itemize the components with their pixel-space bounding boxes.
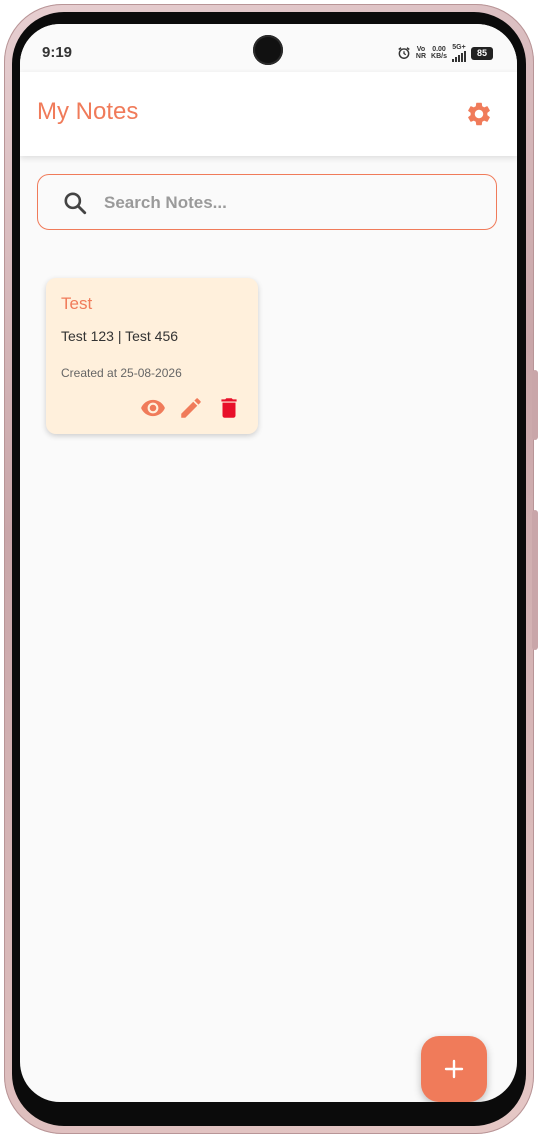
search-bar[interactable]	[37, 174, 497, 230]
volume-button	[532, 370, 538, 440]
status-bar: 9:19 Vo NR 0.00 KB/s 5G+ 85	[20, 24, 517, 72]
power-button	[532, 510, 538, 650]
signal-strength: 5G+	[452, 44, 466, 62]
front-camera	[253, 35, 283, 65]
search-icon	[64, 192, 87, 215]
alarm-icon	[398, 47, 410, 59]
eye-icon[interactable]	[140, 395, 166, 421]
note-body: Test 123 | Test 456	[61, 328, 179, 344]
volte-indicator: Vo NR	[415, 46, 427, 60]
status-time: 9:19	[42, 44, 73, 61]
add-note-button[interactable]	[421, 1036, 487, 1102]
search-input[interactable]	[102, 185, 476, 221]
note-card[interactable]: Test Test 123 | Test 456 Created at 25-0…	[46, 278, 258, 434]
pencil-icon[interactable]	[178, 395, 204, 421]
plus-icon	[444, 1059, 464, 1079]
battery-icon: 85	[471, 46, 493, 60]
note-actions	[140, 395, 242, 421]
signal-bars-icon	[452, 51, 466, 62]
trash-icon[interactable]	[216, 395, 242, 421]
status-icons: Vo NR 0.00 KB/s 5G+ 85	[397, 44, 493, 62]
note-title: Test	[61, 294, 93, 313]
gear-icon[interactable]	[465, 100, 493, 128]
page-title: My Notes	[37, 98, 139, 125]
app-screen: 9:19 Vo NR 0.00 KB/s 5G+ 85 My Notes Sea…	[20, 24, 517, 1102]
app-bar: My Notes	[20, 72, 517, 156]
note-created-date: Created at 25-08-2026	[61, 366, 182, 380]
network-speed: 0.00 KB/s	[431, 46, 447, 60]
